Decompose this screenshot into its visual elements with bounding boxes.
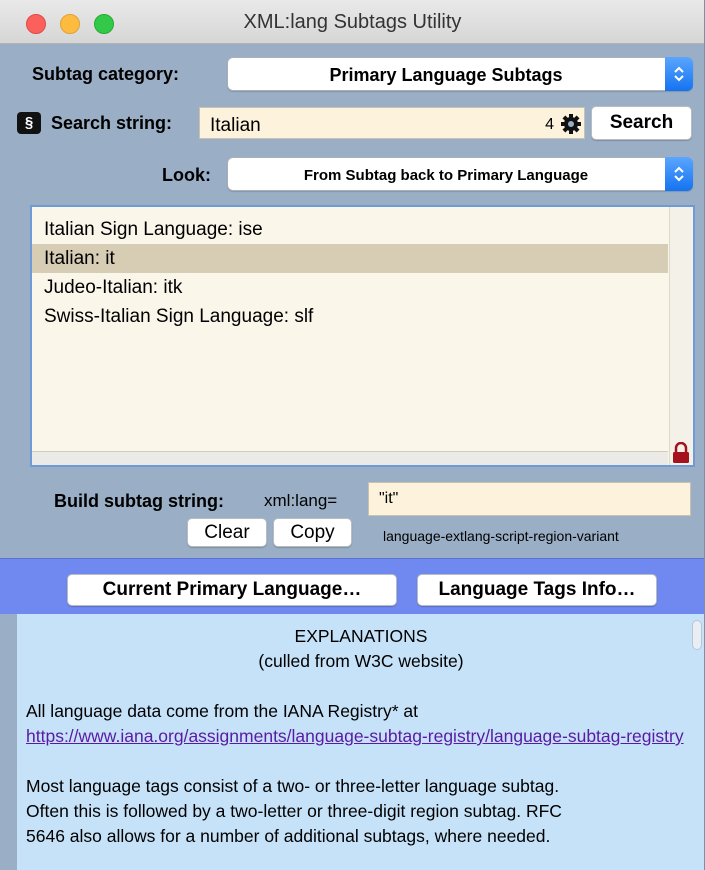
search-input-value: Italian [210, 115, 261, 136]
lock-icon[interactable] [672, 441, 690, 469]
results-vertical-scrollbar[interactable] [669, 207, 693, 465]
explanation-paragraph-line: Most language tags consist of a two- or … [26, 776, 560, 796]
gear-icon[interactable] [560, 113, 582, 140]
list-item[interactable]: Judeo-Italian: itk [32, 273, 668, 302]
list-item[interactable]: Italian Sign Language: ise [32, 215, 668, 244]
build-subtag-label: Build subtag string: [54, 491, 224, 511]
copy-button[interactable]: Copy [273, 518, 352, 547]
select-arrows-icon [665, 157, 693, 191]
search-button[interactable]: Search [591, 106, 692, 140]
iana-registry-link[interactable]: https://www.iana.org/assignments/languag… [26, 724, 696, 749]
title-bar[interactable]: XML:lang Subtags Utility [0, 0, 704, 44]
search-input[interactable]: Italian 4 [199, 107, 585, 139]
explanation-paragraph-line: 5646 also allows for a number of additio… [26, 826, 551, 846]
explanations-scrollbar-thumb[interactable] [692, 620, 702, 650]
xml-lang-prefix: xml:lang= [264, 491, 338, 510]
action-band: Current Primary Language… Language Tags … [0, 558, 704, 614]
explanation-paragraph-line: Often this is followed by a two-letter o… [26, 801, 562, 821]
look-direction-select[interactable]: From Subtag back to Primary Language [227, 157, 693, 191]
app-window: XML:lang Subtags Utility Subtag category… [0, 0, 705, 870]
registry-text: All language data come from the IANA Reg… [26, 701, 419, 721]
list-item[interactable]: Swiss-Italian Sign Language: slf [32, 302, 668, 331]
list-item-selected[interactable]: Italian: it [32, 244, 668, 273]
subtag-format-hint: language-extlang-script-region-variant [383, 528, 619, 544]
look-direction-value: From Subtag back to Primary Language [303, 167, 589, 184]
subtag-string-field[interactable]: "it" [368, 482, 691, 516]
explanations-subheading: (culled from W3C website) [258, 651, 464, 671]
results-list[interactable]: Italian Sign Language: ise Italian: it J… [30, 205, 695, 467]
search-string-label: Search string: [51, 113, 173, 133]
subtag-category-select[interactable]: Primary Language Subtags [227, 57, 693, 91]
match-count: 4 [545, 116, 554, 133]
current-primary-language-button[interactable]: Current Primary Language… [67, 574, 397, 606]
clear-button[interactable]: Clear [187, 518, 267, 547]
explanations-heading: EXPLANATIONS [294, 626, 428, 646]
explanations-panel[interactable]: EXPLANATIONS (culled from W3C website) A… [17, 614, 704, 870]
select-arrows-icon [665, 57, 693, 91]
regex-toggle-icon[interactable]: § [17, 112, 41, 134]
subtag-category-value: Primary Language Subtags [329, 65, 563, 85]
look-label: Look: [162, 165, 211, 185]
subtag-category-label: Subtag category: [32, 64, 180, 84]
language-tags-info-button[interactable]: Language Tags Info… [417, 574, 657, 606]
results-horizontal-scrollbar[interactable] [32, 451, 668, 465]
window-title: XML:lang Subtags Utility [243, 11, 462, 33]
